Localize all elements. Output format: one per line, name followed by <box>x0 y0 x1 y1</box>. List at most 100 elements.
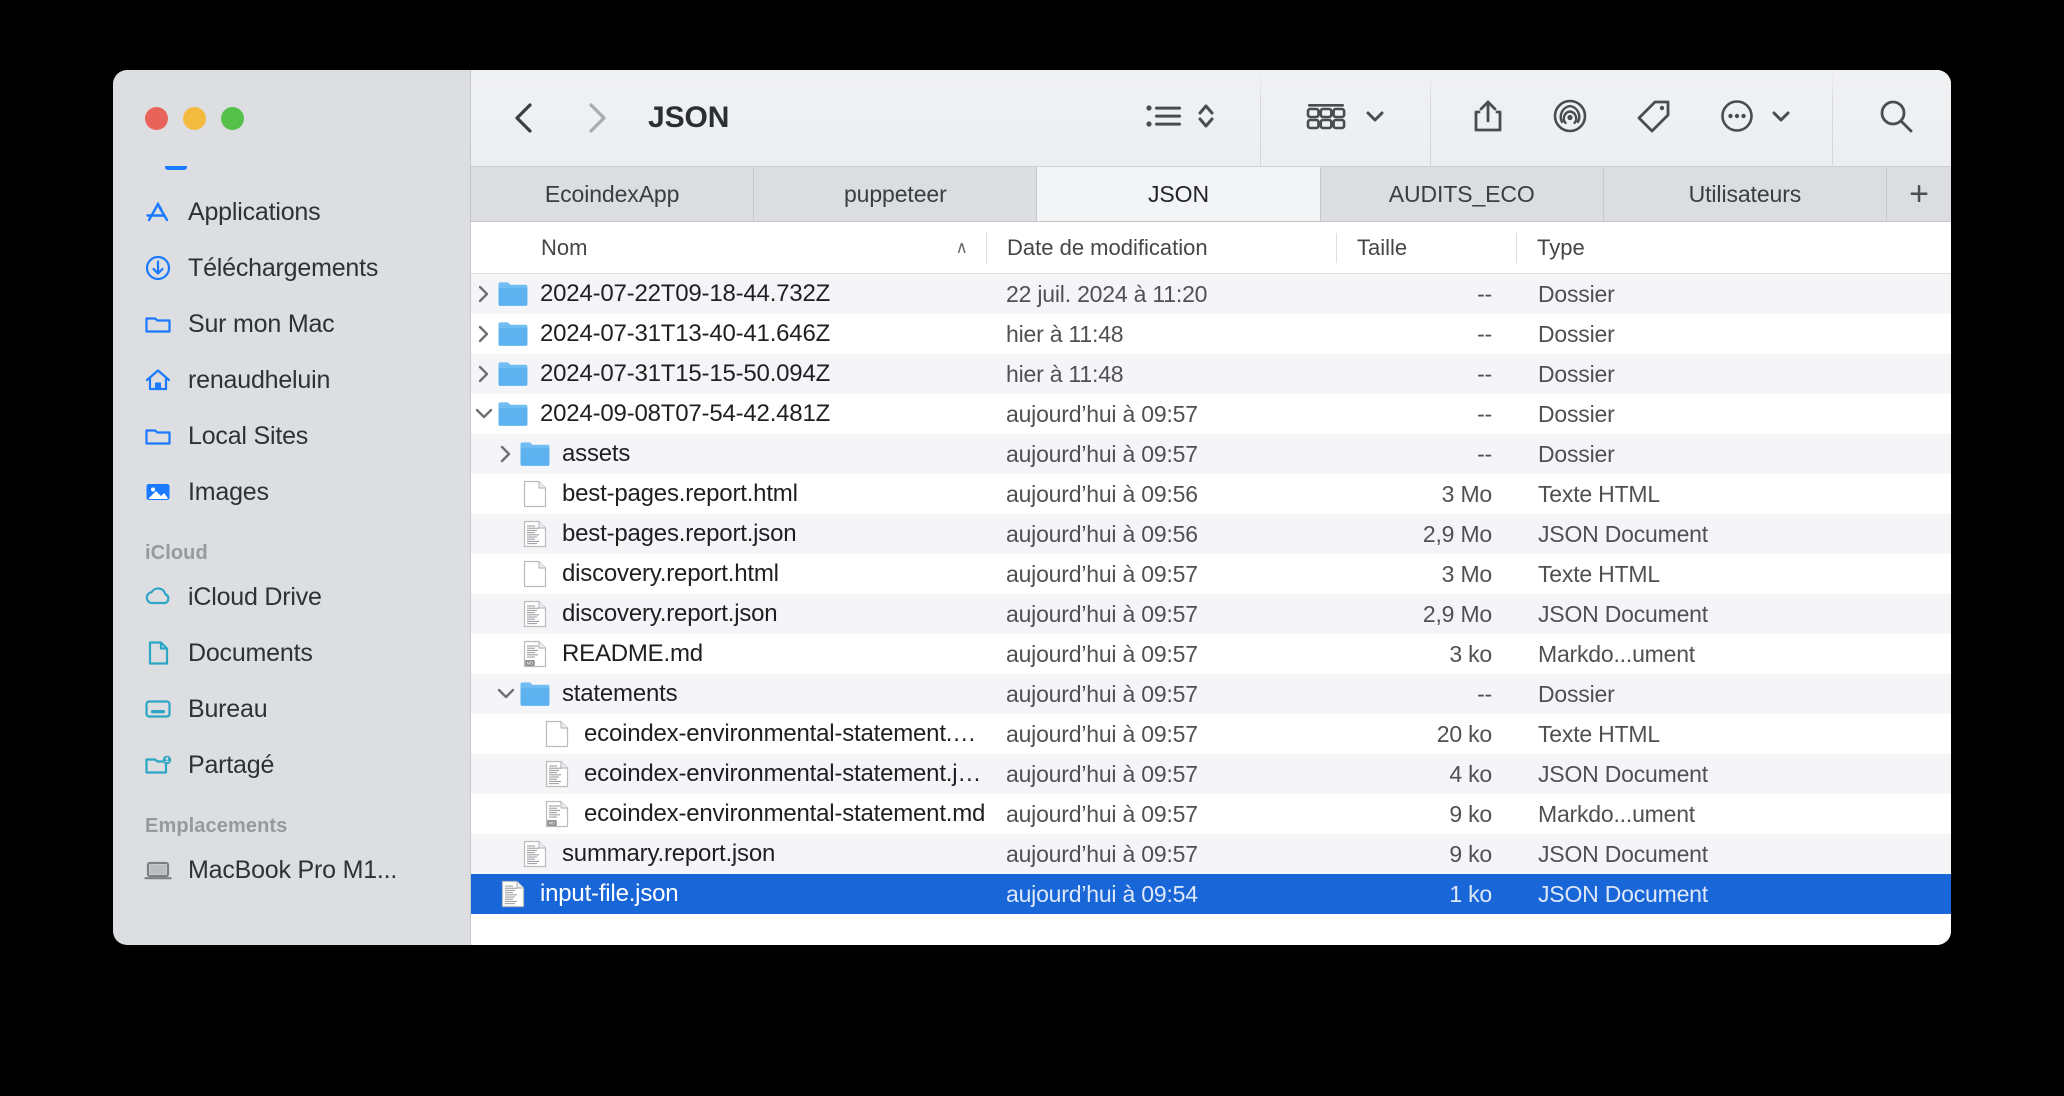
file-type-cell: Dossier <box>1538 280 1615 307</box>
folder-icon <box>497 279 529 309</box>
file-name-label: README.md <box>562 640 703 667</box>
tab-ecoindexapp[interactable]: EcoindexApp <box>471 167 755 221</box>
file-date-cell: 22 juil. 2024 à 11:20 <box>1006 280 1208 307</box>
table-row[interactable]: MD README.md aujourd’hui à 09:57 3 ko Markdo… <box>471 634 1951 674</box>
sidebar-item-applications[interactable]: Applications <box>113 184 470 240</box>
tab-json[interactable]: JSON <box>1037 167 1321 221</box>
table-row[interactable]: 2024-07-31T13-40-41.646Z hier à 11:48 -- Do… <box>471 314 1951 354</box>
folder-icon <box>497 359 529 389</box>
json-file-icon <box>519 839 551 869</box>
view-controls-group <box>1135 70 1226 166</box>
sidebar-item-images[interactable]: Images <box>113 464 470 520</box>
table-row[interactable]: 2024-09-08T07-54-42.481Z aujourd’hui à 09… <box>471 394 1951 434</box>
file-name-label: statements <box>562 680 678 707</box>
column-header-type[interactable]: Type <box>1516 232 1951 263</box>
document-icon <box>143 638 173 668</box>
file-size-cell: -- <box>1477 680 1492 707</box>
file-name-label: ecoindex-environmental-statement.html <box>584 720 986 747</box>
table-row[interactable]: discovery.report.html aujourd’hui à 09:57… <box>471 554 1951 594</box>
table-row[interactable]: MD ecoindex-environmental-statement.md auj… <box>471 794 1951 834</box>
chevron-right-icon[interactable] <box>471 283 497 305</box>
sidebar-item-label: Documents <box>188 638 313 667</box>
table-row[interactable]: summary.report.json aujourd’hui à 09:57 9 … <box>471 834 1951 874</box>
sidebar-item-local-sites[interactable]: Local Sites <box>113 408 470 464</box>
file-name-label: input-file.json <box>540 880 679 907</box>
markdown-file-icon: MD <box>519 639 551 669</box>
column-header-date[interactable]: Date de modification <box>986 232 1336 263</box>
column-header-size[interactable]: Taille <box>1336 232 1516 263</box>
sidebar-item-label: Bureau <box>188 694 268 723</box>
search-button[interactable] <box>1867 92 1925 144</box>
tag-button[interactable] <box>1625 92 1683 144</box>
json-file-icon <box>519 599 551 629</box>
share-button[interactable] <box>1461 92 1515 144</box>
sidebar-item-label: Images <box>188 477 269 506</box>
file-name-label: discovery.report.html <box>562 560 779 587</box>
sidebar-item-macbook-pro-m1[interactable]: MacBook Pro M1... <box>113 842 470 898</box>
table-row[interactable]: best-pages.report.json aujourd’hui à 09:5… <box>471 514 1951 554</box>
chevron-down-icon[interactable] <box>471 403 497 425</box>
table-row[interactable]: input-file.json aujourd’hui à 09:54 1 ko JS… <box>471 874 1951 914</box>
table-row[interactable]: ecoindex-environmental-statement.html auj… <box>471 714 1951 754</box>
group-by-button[interactable] <box>1295 92 1396 144</box>
sidebar-item-t-l-chargements[interactable]: Téléchargements <box>113 240 470 296</box>
list-view-button[interactable] <box>1135 92 1226 144</box>
back-button[interactable] <box>501 95 547 141</box>
file-date-cell: aujourd’hui à 09:57 <box>1006 600 1198 627</box>
sidebar-header-locations: Emplacements <box>145 815 288 837</box>
file-size-cell: 3 ko <box>1449 640 1492 667</box>
file-date-cell: aujourd’hui à 09:57 <box>1006 800 1198 827</box>
sidebar-item-icloud-drive[interactable]: iCloud Drive <box>113 569 470 625</box>
tab-audits-eco[interactable]: AUDITS_ECO <box>1320 167 1604 221</box>
new-tab-button[interactable]: + <box>1887 167 1951 221</box>
sidebar-item-documents[interactable]: Documents <box>113 625 470 681</box>
sidebar-item-label: Applications <box>188 197 321 226</box>
column-header-name-label: Nom <box>541 234 588 260</box>
table-row[interactable]: ecoindex-environmental-statement.json auj… <box>471 754 1951 794</box>
tab-puppeteer[interactable]: puppeteer <box>754 167 1038 221</box>
sidebar-locations-list: MacBook Pro M1... <box>113 842 470 898</box>
file-size-cell: -- <box>1477 400 1492 427</box>
applications-icon <box>143 197 173 227</box>
json-file-icon <box>541 759 573 789</box>
group-items-icon <box>1305 100 1347 137</box>
photos-icon <box>143 477 173 507</box>
file-name-label: ecoindex-environmental-statement.json <box>584 760 986 787</box>
chevron-down-icon[interactable] <box>493 683 519 705</box>
file-name-label: best-pages.report.html <box>562 480 798 507</box>
file-type-cell: Texte HTML <box>1538 480 1660 507</box>
table-row[interactable]: statements aujourd’hui à 09:57 -- Dossier <box>471 674 1951 714</box>
sidebar-item-bureau[interactable]: Bureau <box>113 681 470 737</box>
file-list[interactable]: 2024-07-22T09-18-44.732Z 22 juil. 2024 à … <box>471 274 1951 945</box>
sidebar-item-partag[interactable]: Partagé <box>113 737 470 793</box>
table-row[interactable]: 2024-07-22T09-18-44.732Z 22 juil. 2024 à … <box>471 274 1951 314</box>
file-date-cell: aujourd’hui à 09:57 <box>1006 760 1198 787</box>
table-row[interactable]: best-pages.report.html aujourd’hui à 09:5… <box>471 474 1951 514</box>
laptop-icon <box>143 855 173 885</box>
chevron-right-icon[interactable] <box>493 443 519 465</box>
more-options-button[interactable] <box>1709 92 1802 144</box>
minimize-button[interactable] <box>183 106 206 130</box>
file-date-cell: aujourd’hui à 09:57 <box>1006 680 1198 707</box>
airdrop-button[interactable] <box>1541 92 1599 144</box>
sidebar-scroll-area[interactable]: Applications Téléchargements Sur mon Mac re… <box>113 166 470 945</box>
maximize-button[interactable] <box>221 106 244 130</box>
chevron-right-icon[interactable] <box>471 323 497 345</box>
file-date-cell: hier à 11:48 <box>1006 320 1124 347</box>
table-row[interactable]: discovery.report.json aujourd’hui à 09:57… <box>471 594 1951 634</box>
chevron-right-icon[interactable] <box>471 363 497 385</box>
table-row[interactable]: assets aujourd’hui à 09:57 -- Dossier <box>471 434 1951 474</box>
sidebar-item-sur-mon-mac[interactable]: Sur mon Mac <box>113 296 470 352</box>
forward-button[interactable] <box>573 95 619 141</box>
file-name-cell: discovery.report.json <box>471 599 986 629</box>
tab-utilisateurs[interactable]: Utilisateurs <box>1603 167 1888 221</box>
column-headers: Nom ∧ Date de modification Taille Type <box>471 222 1951 274</box>
column-header-name[interactable]: Nom ∧ <box>471 235 986 261</box>
sidebar-item-renaudheluin[interactable]: renaudheluin <box>113 352 470 408</box>
table-row[interactable]: 2024-07-31T15-15-50.094Z hier à 11:48 -- Do… <box>471 354 1951 394</box>
share-icon <box>1471 97 1505 140</box>
sidebar-item-label: iCloud Drive <box>188 582 322 611</box>
file-name-label: 2024-07-31T15-15-50.094Z <box>540 360 831 387</box>
close-button[interactable] <box>145 106 168 130</box>
file-name-cell: MD ecoindex-environmental-statement.md <box>471 799 986 829</box>
